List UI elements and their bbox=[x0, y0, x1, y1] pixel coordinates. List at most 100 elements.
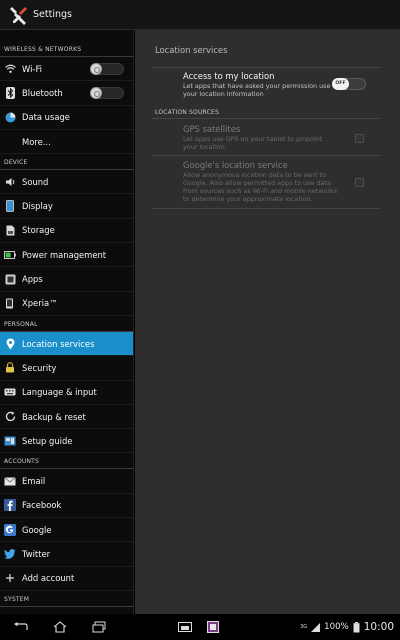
screenshot-button[interactable] bbox=[204, 620, 222, 634]
small-apps-button[interactable] bbox=[176, 620, 194, 634]
sidebar-item-setup-guide[interactable]: Setup guide bbox=[0, 429, 133, 454]
section-header-personal: PERSONAL bbox=[0, 319, 133, 332]
media-icon bbox=[207, 621, 219, 633]
clock: 10:00 bbox=[363, 621, 394, 633]
divider bbox=[152, 67, 380, 68]
settings-tools-icon[interactable] bbox=[8, 4, 30, 26]
sidebar-item-label: Add account bbox=[22, 573, 75, 584]
sidebar-item-data-usage[interactable]: Data usage bbox=[0, 106, 133, 130]
keyboard-icon bbox=[4, 386, 16, 398]
wifi-toggle[interactable] bbox=[90, 63, 124, 75]
sidebar-item-label: Location services bbox=[22, 338, 95, 349]
sidebar-item-more[interactable]: More... bbox=[0, 130, 133, 155]
sidebar-item-language-input[interactable]: Language & input bbox=[0, 381, 133, 405]
divider bbox=[152, 155, 380, 156]
action-bar: Settings bbox=[0, 0, 400, 30]
sidebar-item-power-management[interactable]: Power management bbox=[0, 243, 133, 268]
settings-sidebar[interactable]: WIRELESS & NETWORKS Wi-Fi Bluetooth Data… bbox=[0, 30, 134, 614]
access-my-location-summary: Let apps that have asked your permission… bbox=[183, 82, 331, 98]
home-icon bbox=[53, 621, 67, 633]
access-my-location-title: Access to my location bbox=[183, 71, 275, 81]
apps-icon bbox=[4, 273, 16, 285]
gps-satellites-checkbox[interactable] bbox=[355, 134, 364, 143]
google-location-service-title: Google's location service bbox=[183, 160, 288, 170]
sidebar-item-label: Facebook bbox=[22, 500, 62, 511]
sidebar-item-email[interactable]: Email bbox=[0, 469, 133, 494]
sidebar-item-backup-reset[interactable]: Backup & reset bbox=[0, 405, 133, 430]
sidebar-item-label: Storage bbox=[22, 225, 55, 236]
status-area[interactable]: 3G 100% 10:00 bbox=[300, 614, 394, 640]
sidebar-item-add-account[interactable]: Add account bbox=[0, 567, 133, 591]
xperia-icon bbox=[4, 297, 16, 309]
storage-icon bbox=[4, 224, 16, 236]
backup-icon bbox=[4, 411, 16, 423]
google-location-service-summary: Allow anonymous location data to be sent… bbox=[183, 171, 338, 203]
network-type: 3G bbox=[300, 624, 308, 630]
battery-icon bbox=[4, 249, 16, 261]
sidebar-item-security[interactable]: Security bbox=[0, 356, 133, 381]
location-services-pane: Location services Access to my location … bbox=[135, 30, 400, 614]
sidebar-item-display[interactable]: Display bbox=[0, 194, 133, 219]
email-icon bbox=[4, 475, 16, 487]
sidebar-item-storage[interactable]: Storage bbox=[0, 219, 133, 244]
sidebar-item-location-services[interactable]: Location services bbox=[0, 331, 133, 357]
sidebar-item-label: Google bbox=[22, 524, 52, 535]
battery-level: 100% bbox=[324, 622, 349, 632]
google-icon bbox=[4, 523, 16, 536]
sidebar-item-label: Email bbox=[22, 476, 46, 487]
recent-apps-button[interactable] bbox=[90, 620, 108, 634]
sidebar-item-sound[interactable]: Sound bbox=[0, 170, 133, 195]
sidebar-item-label: Display bbox=[22, 201, 53, 212]
lock-icon bbox=[4, 362, 16, 374]
sidebar-item-label: Backup & reset bbox=[22, 411, 86, 422]
sidebar-item-xperia[interactable]: Xperia™ bbox=[0, 292, 133, 316]
sidebar-item-wifi[interactable]: Wi-Fi bbox=[0, 57, 133, 82]
signal-icon bbox=[311, 622, 321, 632]
location-sources-header: LOCATION SOURCES bbox=[155, 109, 220, 116]
sidebar-item-twitter[interactable]: Twitter bbox=[0, 542, 133, 567]
sidebar-item-apps[interactable]: Apps bbox=[0, 267, 133, 292]
data-usage-icon bbox=[4, 111, 16, 123]
gps-satellites-title: GPS satellites bbox=[183, 124, 241, 134]
section-header-system: SYSTEM bbox=[0, 594, 133, 607]
setup-guide-icon bbox=[4, 435, 16, 447]
section-header-accounts: ACCOUNTS bbox=[0, 456, 133, 470]
gps-satellites-summary: Let apps use GPS on your tablet to pinpo… bbox=[183, 135, 323, 151]
facebook-icon bbox=[4, 499, 16, 512]
google-location-service-pref[interactable]: Google's location service Allow anonymou… bbox=[183, 160, 343, 203]
small-apps-icon bbox=[178, 622, 192, 632]
sidebar-item-google[interactable]: Google bbox=[0, 518, 133, 543]
sidebar-item-label: Power management bbox=[22, 249, 107, 260]
back-icon bbox=[14, 622, 28, 630]
plus-icon bbox=[4, 572, 16, 584]
sidebar-item-label: Setup guide bbox=[22, 435, 73, 446]
divider bbox=[152, 208, 380, 209]
section-header-device: DEVICE bbox=[0, 157, 133, 171]
google-location-service-checkbox[interactable] bbox=[355, 178, 364, 187]
sidebar-item-label: Apps bbox=[22, 274, 43, 285]
home-button[interactable] bbox=[51, 620, 69, 634]
sidebar-item-label: Language & input bbox=[22, 387, 97, 398]
sidebar-item-label: More... bbox=[22, 136, 51, 147]
content-title: Location services bbox=[155, 45, 228, 55]
gps-satellites-pref[interactable]: GPS satellites Let apps use GPS on your … bbox=[183, 124, 333, 151]
sidebar-item-label: Data usage bbox=[22, 112, 70, 123]
sidebar-item-label: Twitter bbox=[22, 548, 51, 559]
back-button[interactable] bbox=[12, 620, 30, 634]
access-my-location-toggle[interactable]: OFF bbox=[332, 78, 366, 90]
battery-icon bbox=[353, 621, 360, 632]
sidebar-item-bluetooth[interactable]: Bluetooth bbox=[0, 81, 133, 106]
navigation-bar: 3G 100% 10:00 bbox=[0, 614, 400, 640]
access-my-location-pref[interactable]: Access to my location Let apps that have… bbox=[183, 71, 333, 98]
bluetooth-icon bbox=[4, 86, 16, 99]
sidebar-item-facebook[interactable]: Facebook bbox=[0, 494, 133, 519]
display-icon bbox=[4, 200, 16, 213]
section-header-wireless: WIRELESS & NETWORKS bbox=[0, 44, 133, 57]
toggle-off-label: OFF bbox=[332, 78, 349, 90]
twitter-icon bbox=[4, 548, 16, 560]
sidebar-item-label: Wi-Fi bbox=[22, 63, 42, 74]
speaker-icon bbox=[4, 176, 16, 188]
divider bbox=[152, 118, 380, 119]
sidebar-item-label: Bluetooth bbox=[22, 87, 63, 98]
bluetooth-toggle[interactable] bbox=[90, 87, 124, 100]
